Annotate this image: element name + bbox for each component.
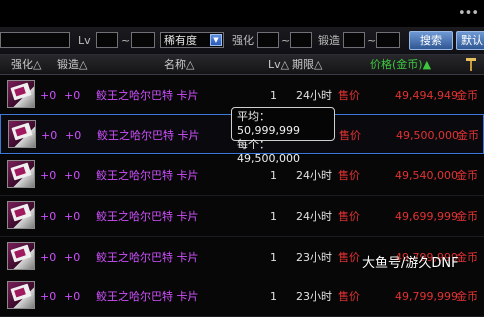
more-options-icon[interactable]: ••• — [458, 6, 479, 21]
level-max-input[interactable] — [131, 32, 155, 48]
row-level: 1 — [270, 210, 277, 223]
default-button[interactable]: 默认 — [456, 31, 484, 50]
header-forge[interactable]: 锻造△ — [57, 58, 87, 71]
row-forge: +0 — [64, 210, 81, 223]
rarity-select-value: 稀有度 — [164, 34, 197, 47]
row-enhance: +0 — [41, 129, 58, 142]
enhance-max-input[interactable] — [290, 32, 312, 48]
row-period: 24小时 — [296, 169, 332, 182]
watermark: 大鱼号/游久DNF — [362, 256, 459, 271]
row-price-label: 售价 — [338, 290, 360, 303]
table-row[interactable]: +0 +0 鲛王之哈尔巴特 卡片 1 24小时 售价 49,699,999 金币 — [0, 196, 484, 237]
filter-bar: Lv ~ 稀有度 ▼ 强化 ~ 锻造 ~ 搜索 默认 — [0, 27, 484, 55]
tooltip-each: 每个：49,500,000 — [237, 138, 300, 165]
tooltip-average: 平均：50,999,999 — [237, 110, 300, 137]
level-min-input[interactable] — [96, 32, 118, 48]
row-period: 24小时 — [296, 89, 332, 102]
rarity-select[interactable]: 稀有度 ▼ — [160, 32, 224, 48]
row-price-label: 售价 — [338, 210, 360, 223]
row-enhance: +0 — [40, 251, 57, 264]
row-enhance: +0 — [40, 210, 57, 223]
row-currency: 金币 — [457, 129, 479, 142]
level-range-separator: ~ — [121, 34, 131, 47]
chevron-down-icon[interactable]: ▼ — [210, 34, 222, 46]
row-currency: 金币 — [456, 290, 478, 303]
row-price-label: 售价 — [338, 169, 360, 182]
row-name: 鲛王之哈尔巴特 卡片 — [96, 251, 199, 264]
header-enhance[interactable]: 强化△ — [11, 58, 41, 71]
row-name: 鲛王之哈尔巴特 卡片 — [96, 290, 199, 303]
table-row[interactable]: +0 +0 鲛王之哈尔巴特 卡片 1 23小时 售价 49,799,999 金币 — [0, 276, 484, 317]
row-enhance: +0 — [40, 169, 57, 182]
row-forge: +0 — [65, 129, 82, 142]
row-enhance: +0 — [40, 89, 57, 102]
forge-label: 锻造 — [318, 34, 340, 47]
card-item-icon — [7, 80, 35, 108]
row-name: 鲛王之哈尔巴特 卡片 — [96, 210, 199, 223]
row-currency: 金币 — [456, 169, 478, 182]
forge-max-input[interactable] — [376, 32, 400, 48]
row-currency: 金币 — [456, 210, 478, 223]
card-item-icon — [7, 201, 35, 229]
row-forge: +0 — [64, 89, 81, 102]
row-enhance: +0 — [40, 290, 57, 303]
forge-min-input[interactable] — [343, 32, 365, 48]
row-price-label: 售价 — [338, 89, 360, 102]
row-currency: 金币 — [456, 89, 478, 102]
row-price: 49,799,999 — [395, 290, 458, 303]
card-item-icon — [8, 120, 36, 148]
hammer-icon — [466, 58, 476, 71]
forge-range-separator: ~ — [367, 34, 377, 47]
card-item-icon — [7, 160, 35, 188]
row-name: 鲛王之哈尔巴特 卡片 — [97, 129, 200, 142]
header-price[interactable]: 价格(金币)▲ — [370, 58, 431, 71]
search-button[interactable]: 搜索 — [409, 31, 453, 50]
enhance-label: 强化 — [232, 34, 254, 47]
price-tooltip: 平均：50,999,999 每个：49,500,000 — [231, 107, 335, 165]
row-price: 49,494,949 — [395, 89, 458, 102]
row-name: 鲛王之哈尔巴特 卡片 — [96, 169, 199, 182]
card-item-icon — [7, 242, 35, 270]
row-period: 24小时 — [296, 210, 332, 223]
name-search-input[interactable] — [0, 32, 70, 48]
row-currency: 金币 — [456, 251, 478, 264]
row-price: 49,500,000 — [396, 129, 459, 142]
row-level: 1 — [270, 290, 277, 303]
level-label: Lv — [78, 34, 91, 47]
row-level: 1 — [270, 169, 277, 182]
row-period: 23小时 — [296, 290, 332, 303]
header-period[interactable]: 期限△ — [292, 58, 322, 71]
card-item-icon — [7, 281, 35, 309]
header-level[interactable]: Lv△ — [268, 58, 289, 71]
row-name: 鲛王之哈尔巴特 卡片 — [96, 89, 199, 102]
enhance-range-separator: ~ — [281, 34, 291, 47]
row-forge: +0 — [64, 251, 81, 264]
row-level: 1 — [270, 251, 277, 264]
row-price: 49,540,000 — [395, 169, 458, 182]
row-price-label: 售价 — [339, 129, 361, 142]
row-price: 49,699,999 — [395, 210, 458, 223]
row-period: 23小时 — [296, 251, 332, 264]
header-name[interactable]: 名称△ — [164, 58, 194, 71]
row-forge: +0 — [64, 290, 81, 303]
enhance-min-input[interactable] — [257, 32, 279, 48]
row-price-label: 售价 — [338, 251, 360, 264]
column-header: 强化△ 锻造△ 名称△ Lv△ 期限△ 价格(金币)▲ — [0, 55, 484, 75]
row-forge: +0 — [64, 169, 81, 182]
title-bar: ••• — [0, 0, 484, 27]
row-level: 1 — [270, 89, 277, 102]
